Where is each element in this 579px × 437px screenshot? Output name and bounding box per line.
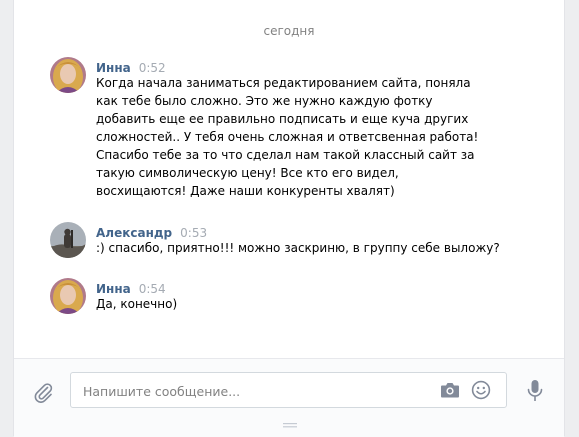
paperclip-icon[interactable] [32,381,54,403]
microphone-icon[interactable] [527,379,543,403]
message-input-box[interactable] [70,372,507,409]
avatar-inna[interactable] [50,57,86,93]
avatar-alexandr[interactable] [50,222,86,258]
message-composer [14,358,564,437]
resize-grip-icon[interactable] [283,414,297,428]
message-time[interactable]: 0:53 [180,226,207,240]
message-text: Да, конечно) [96,297,178,311]
smile-icon[interactable] [471,380,491,400]
message-text: Когда начала заниматься редактированием … [96,76,479,198]
author-name[interactable]: Александр [96,226,172,240]
avatar-inna[interactable] [50,278,86,314]
camera-icon[interactable] [440,381,460,399]
author-name[interactable]: Инна [96,282,131,296]
message-time[interactable]: 0:52 [139,61,166,75]
message-text: :) спасибо, приятно!!! можно заскриню, в… [96,241,500,255]
message-time[interactable]: 0:54 [139,282,166,296]
message-input[interactable] [81,373,425,409]
author-name[interactable]: Инна [96,61,131,75]
chat-panel: сегодня Инна 0:52 Когда начала заниматься… [13,0,565,437]
date-divider: сегодня [263,24,315,38]
